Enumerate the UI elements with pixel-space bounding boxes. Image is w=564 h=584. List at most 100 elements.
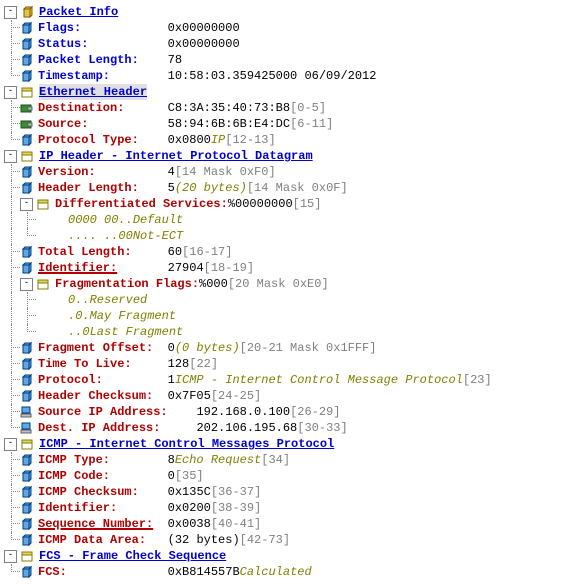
icmp-seq-label: Sequence Number:	[38, 516, 153, 532]
hdr-icon	[37, 277, 51, 291]
ip-dst-label: Dest. IP Address:	[38, 420, 160, 436]
cube-icon	[20, 517, 34, 531]
time-val: 10:58:03.359425000 06/09/2012	[168, 68, 377, 84]
t-fcs[interactable]: -	[4, 550, 17, 563]
cube-icon	[20, 453, 34, 467]
t-frag[interactable]: -	[20, 278, 33, 291]
cube-icon	[20, 469, 34, 483]
time-label: Timestamp:	[38, 68, 110, 84]
ip-chksum-a: [24-25]	[211, 388, 261, 404]
ip-dst-a: [30-33]	[297, 420, 347, 436]
cube-icon	[20, 533, 34, 547]
icmp-data-label: ICMP Data Area:	[38, 532, 146, 548]
ip-src-a: [26-29]	[290, 404, 340, 420]
icmp-type-label: ICMP Type:	[38, 452, 110, 468]
icmp-type-a: [34]	[261, 452, 290, 468]
icmp-chksum-label: ICMP Checksum:	[38, 484, 139, 500]
icmp-code-val: 0	[168, 468, 175, 484]
icmp-type-e: Echo Request	[175, 452, 261, 468]
ip-fragoff-e: (0 bytes)	[175, 340, 240, 356]
ip-proto-val: 1	[168, 372, 175, 388]
status-label: Status:	[38, 36, 88, 52]
t-icmp[interactable]: -	[4, 438, 17, 451]
diffserv-val: %00000000	[228, 196, 293, 212]
frag1-bits: 0..	[68, 292, 90, 308]
eth-header[interactable]: Ethernet Header	[39, 84, 147, 100]
frag2-desc: May Fragment	[90, 308, 176, 324]
ip-ttl-a: [22]	[189, 356, 218, 372]
fcs-label: FCS:	[38, 564, 67, 580]
cube-icon	[20, 53, 34, 67]
eth-proto-a: [12-13]	[225, 132, 275, 148]
hdr-icon	[21, 149, 35, 163]
ip-totlen-label: Total Length:	[38, 244, 132, 260]
diff1-desc: Default	[133, 212, 183, 228]
ip-totlen-a: [16-17]	[182, 244, 232, 260]
flags-label: Flags:	[38, 20, 81, 36]
ip-ident-label: Identifier:	[38, 260, 117, 276]
flags-val: 0x00000000	[168, 20, 240, 36]
icmp-seq-val: 0x0038	[168, 516, 211, 532]
icmp-ident-label: Identifier:	[38, 500, 117, 516]
diff1-bits: 0000 00..	[68, 212, 133, 228]
icmp-header[interactable]: ICMP - Internet Control Messages Protoco…	[39, 436, 334, 452]
nic-icon	[20, 117, 34, 131]
ip-ver-label: Version:	[38, 164, 96, 180]
hdr-icon	[21, 549, 35, 563]
t-pkt[interactable]: -	[4, 6, 17, 19]
packet-info-header[interactable]: Packet Info	[39, 4, 118, 20]
fcs-header[interactable]: FCS - Frame Check Sequence	[39, 548, 226, 564]
frag1-desc: Reserved	[90, 292, 148, 308]
ip-ttl-val: 128	[168, 356, 190, 372]
ip-hlen-label: Header Length:	[38, 180, 139, 196]
ip-hlen-val: 5	[168, 180, 175, 196]
cube-icon	[20, 389, 34, 403]
eth-proto-val: 0x0800	[168, 132, 211, 148]
cube-icon	[20, 565, 34, 579]
cube-icon	[20, 181, 34, 195]
hdr-icon	[21, 437, 35, 451]
cube-icon	[20, 165, 34, 179]
cube-icon	[21, 5, 35, 19]
ip-ver-val: 4	[168, 164, 175, 180]
eth-src-val: 58:94:6B:6B:E4:DC	[168, 116, 290, 132]
ip-dst-val: 202.106.195.68	[196, 420, 297, 436]
ip-hlen-e: (20 bytes)	[175, 180, 247, 196]
ip-ttl-label: Time To Live:	[38, 356, 132, 372]
nic-icon	[20, 101, 34, 115]
t-ip[interactable]: -	[4, 150, 17, 163]
ip-proto-e: ICMP - Internet Control Message Protocol	[175, 372, 463, 388]
cube-icon	[20, 357, 34, 371]
eth-proto-e: IP	[211, 132, 225, 148]
t-diff[interactable]: -	[20, 198, 33, 211]
cube-icon	[20, 341, 34, 355]
fragflags-label[interactable]: Fragmentation Flags:	[55, 276, 199, 292]
ip-src-label: Source IP Address:	[38, 404, 168, 420]
icmp-code-a: [35]	[175, 468, 204, 484]
eth-proto-label: Protocol Type:	[38, 132, 139, 148]
eth-src-a: [6-11]	[290, 116, 333, 132]
fragflags-val: %000	[199, 276, 228, 292]
frag3-desc: Last Fragment	[90, 324, 184, 340]
icmp-code-label: ICMP Code:	[38, 468, 110, 484]
diff2-bits: .... ..00	[68, 228, 133, 244]
cube-icon	[20, 21, 34, 35]
diffserv-label[interactable]: Differentiated Services:	[55, 196, 228, 212]
hdr-icon	[21, 85, 35, 99]
cube-icon	[20, 485, 34, 499]
ip-fragoff-label: Fragment Offset:	[38, 340, 153, 356]
ip-proto-label: Protocol:	[38, 372, 103, 388]
ip-proto-a: [23]	[463, 372, 492, 388]
ip-ver-a: [14 Mask 0xF0]	[175, 164, 276, 180]
eth-src-label: Source:	[38, 116, 88, 132]
icmp-chksum-a: [36-37]	[211, 484, 261, 500]
plen-val: 78	[168, 52, 182, 68]
ip-header[interactable]: IP Header - Internet Protocol Datagram	[39, 148, 313, 164]
cube-icon	[20, 37, 34, 51]
cube-icon	[20, 373, 34, 387]
t-eth[interactable]: -	[4, 86, 17, 99]
icmp-type-val: 8	[168, 452, 175, 468]
icmp-seq-a: [40-41]	[211, 516, 261, 532]
status-val: 0x00000000	[168, 36, 240, 52]
frag2-bits: .0.	[68, 308, 90, 324]
